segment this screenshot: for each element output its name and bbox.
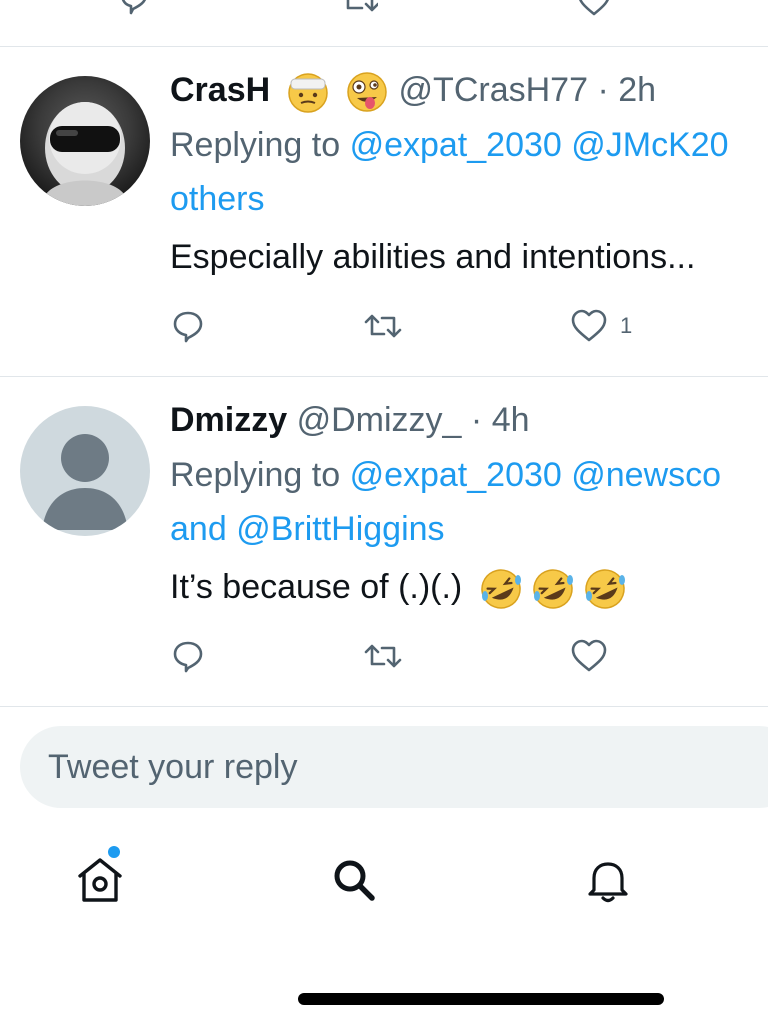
replying-more: others: [170, 172, 768, 226]
like-count: 1: [620, 313, 633, 338]
replying-prefix: Replying to: [170, 456, 341, 494]
tweet-content: CrasH @TCrasH77 · 2h Replying to @expat_…: [170, 68, 768, 282]
reply-icon[interactable]: [116, 0, 152, 18]
mention-link[interactable]: @BrittHiggins: [236, 510, 444, 548]
like-icon[interactable]: [576, 0, 612, 18]
tab-notifications[interactable]: [578, 850, 638, 910]
zany-face-emoji: [347, 72, 387, 112]
retweet-icon: [364, 644, 402, 668]
replying-to: Replying to @expat_2030 @newsco: [170, 448, 768, 502]
replying-more: and @BrittHiggins: [170, 502, 768, 556]
avatar[interactable]: [20, 406, 150, 536]
handle[interactable]: @Dmizzy_: [297, 401, 462, 439]
like-icon: [571, 309, 607, 342]
tweet-text: Especially abilities and intentions...: [170, 238, 696, 276]
helmet-avatar-image: [45, 102, 125, 206]
home-icon: [78, 858, 122, 902]
reply-icon: [173, 641, 203, 673]
tweet-header: CrasH @TCrasH77 · 2h: [170, 68, 768, 113]
tab-search[interactable]: [324, 850, 384, 910]
others-link[interactable]: others: [170, 180, 265, 218]
tweet-header: Dmizzy @Dmizzy_ · 4h: [170, 398, 768, 442]
previous-tweet-actions: [0, 0, 768, 46]
mention-link[interactable]: @expat_2030: [350, 126, 562, 164]
handle[interactable]: @TCrasH77: [399, 71, 588, 109]
tweet-thread-screen: CrasH @TCrasH77 · 2h Replying to @expat_…: [0, 0, 768, 1024]
reply-icon: [173, 311, 203, 343]
face-with-head-bandage-emoji: [287, 73, 328, 113]
separator-dot: ·: [597, 71, 609, 109]
separator-dot: ·: [470, 401, 483, 439]
retweet-button[interactable]: [364, 306, 402, 346]
divider: [0, 706, 768, 707]
rofl-emoji: [584, 569, 625, 609]
tweet-text-row: It’s because of (.)(.): [170, 562, 768, 612]
mention-link[interactable]: @newsco: [571, 456, 721, 494]
mention-link[interactable]: @JMcK20: [571, 126, 728, 164]
like-icon: [571, 639, 607, 672]
reply-button[interactable]: [170, 306, 206, 346]
display-name[interactable]: CrasH: [170, 71, 270, 109]
rofl-emoji: [532, 569, 573, 609]
search-icon: [334, 860, 375, 901]
like-button[interactable]: [570, 636, 608, 676]
new-content-dot: [108, 846, 120, 858]
replying-prefix: Replying to: [170, 126, 341, 164]
tweet-actions: 1: [170, 306, 768, 346]
timestamp[interactable]: 4h: [492, 401, 530, 439]
tweet-crash[interactable]: CrasH @TCrasH77 · 2h Replying to @expat_…: [0, 46, 768, 376]
like-button[interactable]: 1: [570, 306, 632, 346]
default-avatar-icon: [42, 434, 128, 530]
tweet-dmizzy[interactable]: Dmizzy @Dmizzy_ · 4h Replying to @expat_…: [0, 376, 768, 706]
retweet-icon: [364, 314, 402, 338]
rofl-emoji: [480, 569, 521, 609]
tab-home[interactable]: [70, 846, 130, 910]
and-text: and: [170, 510, 227, 548]
replying-to: Replying to @expat_2030 @JMcK20: [170, 118, 768, 172]
tweet-actions: [170, 636, 768, 676]
home-indicator-bar[interactable]: [298, 993, 664, 1005]
mention-link[interactable]: @expat_2030: [350, 456, 562, 494]
tweet-reply-input[interactable]: Tweet your reply: [20, 726, 768, 808]
tweet-text: It’s because of (.)(.): [170, 568, 463, 606]
reply-button[interactable]: [170, 636, 206, 676]
tweet-content: Dmizzy @Dmizzy_ · 4h Replying to @expat_…: [170, 398, 768, 612]
retweet-button[interactable]: [364, 636, 402, 676]
timestamp[interactable]: 2h: [618, 71, 656, 109]
retweet-icon[interactable]: [342, 0, 378, 18]
notifications-icon: [588, 862, 628, 903]
display-name[interactable]: Dmizzy: [170, 401, 287, 439]
avatar[interactable]: [20, 76, 150, 206]
bottom-tab-bar: [0, 830, 768, 940]
